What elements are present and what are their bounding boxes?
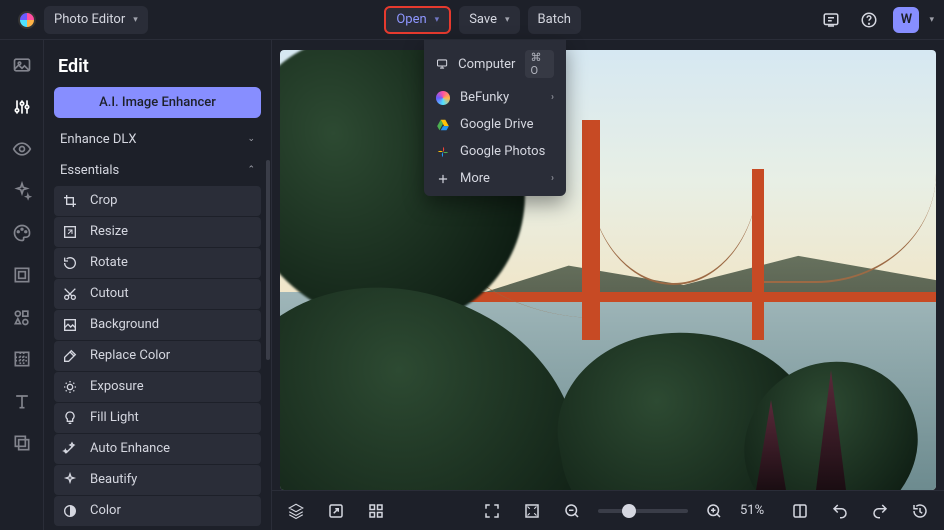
google-drive-icon — [436, 118, 450, 132]
open-menu-more[interactable]: More › — [424, 165, 566, 192]
app-switcher-label: Photo Editor — [54, 12, 125, 27]
save-label: Save — [469, 12, 497, 27]
section-label: Enhance DLX — [60, 132, 137, 147]
plus-icon — [436, 172, 450, 186]
tool-exposure[interactable]: Exposure — [54, 372, 261, 402]
top-bar: Photo Editor ▾ Open ▾ Save ▾ Batch W ▾ — [0, 0, 944, 40]
undo-icon[interactable] — [826, 497, 854, 525]
open-menu-google-photos[interactable]: Google Photos — [424, 138, 566, 165]
save-button[interactable]: Save ▾ — [459, 6, 519, 34]
tool-label: Background — [90, 317, 159, 332]
compare-icon[interactable] — [786, 497, 814, 525]
open-menu-befunky[interactable]: BeFunky › — [424, 84, 566, 111]
avatar[interactable]: W — [893, 7, 919, 33]
menu-label: Google Drive — [460, 117, 533, 132]
tool-fill-light[interactable]: Fill Light — [54, 403, 261, 433]
chevron-down-icon: ▾ — [435, 15, 440, 25]
chevron-right-icon: › — [551, 92, 554, 103]
batch-label: Batch — [538, 12, 571, 27]
bottom-toolbar: 51% — [272, 490, 944, 530]
feedback-icon[interactable] — [817, 6, 845, 34]
ai-enhancer-button[interactable]: A.I. Image Enhancer — [54, 87, 261, 118]
grid-icon[interactable] — [362, 497, 390, 525]
zoom-thumb[interactable] — [622, 504, 636, 518]
chevron-down-icon[interactable]: ▾ — [929, 15, 934, 25]
open-button[interactable]: Open ▾ — [384, 6, 451, 34]
open-menu-google-drive[interactable]: Google Drive — [424, 111, 566, 138]
text-icon[interactable] — [11, 390, 33, 412]
zoom-slider[interactable] — [598, 509, 688, 513]
fit-icon[interactable] — [518, 497, 546, 525]
avatar-initial: W — [901, 12, 912, 27]
tool-auto-enhance[interactable]: Auto Enhance — [54, 434, 261, 464]
tool-label: Exposure — [90, 379, 144, 394]
chevron-right-icon: › — [551, 173, 554, 184]
tool-crop[interactable]: Crop — [54, 186, 261, 216]
menu-label: Google Photos — [460, 144, 545, 159]
batch-button[interactable]: Batch — [528, 6, 581, 34]
section-enhance-dlx[interactable]: Enhance DLX ⌄ — [54, 124, 261, 155]
zoom-out-icon[interactable] — [558, 497, 586, 525]
tool-cutout[interactable]: Cutout — [54, 279, 261, 309]
tool-replace-color[interactable]: Replace Color — [54, 341, 261, 371]
tool-resize[interactable]: Resize — [54, 217, 261, 247]
export-icon[interactable] — [322, 497, 350, 525]
chevron-down-icon: ▾ — [133, 15, 138, 25]
image-icon[interactable] — [11, 54, 33, 76]
tool-label: Beautify — [90, 472, 137, 487]
redo-icon[interactable] — [866, 497, 894, 525]
app-logo[interactable] — [10, 11, 44, 29]
eye-icon[interactable] — [11, 138, 33, 160]
texture-icon[interactable] — [11, 348, 33, 370]
sparkle-icon[interactable] — [11, 180, 33, 202]
tool-label: Cutout — [90, 286, 129, 301]
fullscreen-icon[interactable] — [478, 497, 506, 525]
menu-label: Computer — [458, 57, 515, 72]
tool-label: Color — [90, 503, 121, 518]
tool-label: Replace Color — [90, 348, 170, 363]
menu-label: More — [460, 171, 490, 186]
canvas-area: 51% — [272, 40, 944, 530]
layers-icon[interactable] — [11, 432, 33, 454]
chevron-down-icon: ⌄ — [247, 134, 255, 144]
tool-label: Resize — [90, 224, 128, 239]
tool-background[interactable]: Background — [54, 310, 261, 340]
ai-enhancer-label: A.I. Image Enhancer — [99, 95, 216, 110]
history-icon[interactable] — [906, 497, 934, 525]
zoom-label: 51% — [740, 503, 774, 518]
tool-label: Rotate — [90, 255, 128, 270]
sliders-icon[interactable] — [11, 96, 33, 118]
help-icon[interactable] — [855, 6, 883, 34]
google-photos-icon — [436, 145, 450, 159]
menu-label: BeFunky — [460, 90, 509, 105]
panel-scrollbar[interactable] — [266, 160, 270, 360]
tool-label: Auto Enhance — [90, 441, 170, 456]
left-rail — [0, 40, 44, 530]
tool-label: Fill Light — [90, 410, 139, 425]
befunky-icon — [436, 91, 450, 105]
tool-label: Crop — [90, 193, 117, 208]
monitor-icon — [436, 57, 448, 71]
shortcut-badge: ⌘ O — [525, 50, 554, 78]
shapes-icon[interactable] — [11, 306, 33, 328]
layers-toggle-icon[interactable] — [282, 497, 310, 525]
frame-icon[interactable] — [11, 264, 33, 286]
open-label: Open — [396, 12, 426, 27]
chevron-down-icon: ▾ — [505, 15, 510, 25]
palette-icon[interactable] — [11, 222, 33, 244]
edit-panel: Edit A.I. Image Enhancer Enhance DLX ⌄ E… — [44, 40, 272, 530]
open-menu-computer[interactable]: Computer ⌘ O — [424, 44, 566, 84]
app-switcher[interactable]: Photo Editor ▾ — [44, 6, 148, 34]
essentials-tool-list: Crop Resize Rotate Cutout Background Rep… — [54, 186, 261, 526]
zoom-in-icon[interactable] — [700, 497, 728, 525]
tool-rotate[interactable]: Rotate — [54, 248, 261, 278]
chevron-up-icon: ⌃ — [247, 165, 255, 175]
tool-beautify[interactable]: Beautify — [54, 465, 261, 495]
tool-color[interactable]: Color — [54, 496, 261, 526]
open-dropdown: Computer ⌘ O BeFunky › Google Drive Goog… — [424, 40, 566, 196]
section-label: Essentials — [60, 163, 119, 178]
panel-title: Edit — [54, 50, 261, 87]
section-essentials[interactable]: Essentials ⌃ — [54, 155, 261, 186]
canvas-image[interactable] — [280, 50, 936, 490]
